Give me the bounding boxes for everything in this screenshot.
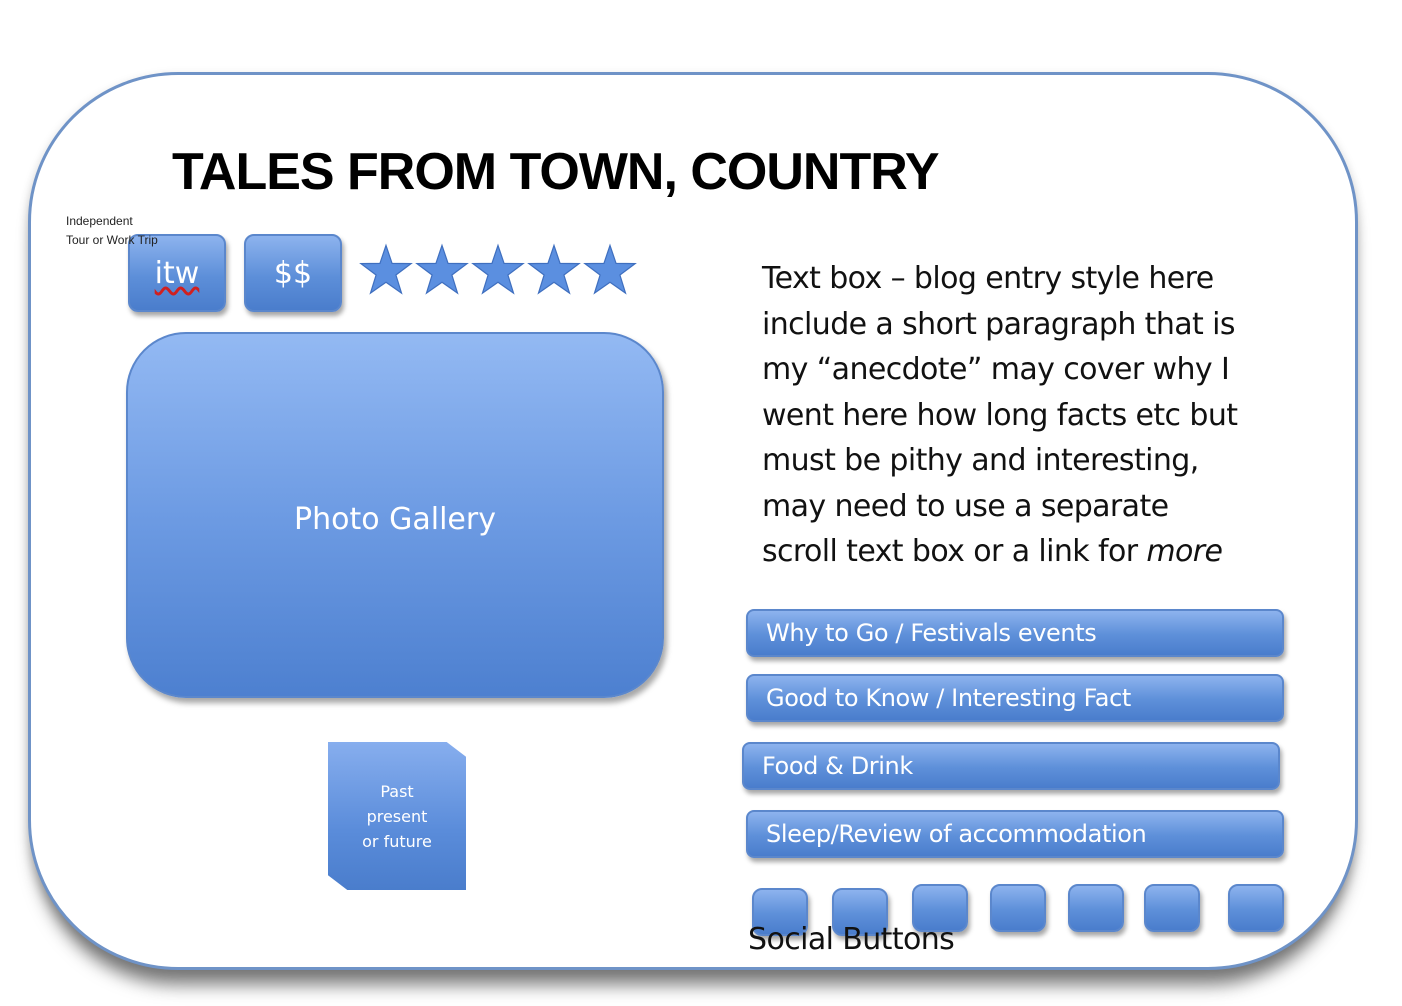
social-button[interactable] — [1228, 884, 1284, 932]
star-icon[interactable] — [470, 236, 526, 306]
price-button[interactable]: $$ — [244, 234, 342, 312]
social-button[interactable] — [1068, 884, 1124, 932]
photo-gallery-label: Photo Gallery — [294, 501, 496, 537]
trip-note-line: Tour or Work Trip — [66, 233, 158, 247]
star-icon[interactable] — [526, 236, 582, 306]
trip-type-note: Independent Tour or Work Trip — [66, 212, 158, 250]
good-to-know-button[interactable]: Good to Know / Interesting Fact — [746, 674, 1284, 722]
time-period-tag[interactable]: Past present or future — [328, 742, 466, 890]
blog-line: my “anecdote” may cover why I — [762, 352, 1230, 387]
star-icon[interactable] — [582, 236, 638, 306]
sleep-review-button[interactable]: Sleep/Review of accommodation — [746, 810, 1284, 858]
star-rating[interactable] — [358, 236, 638, 306]
why-to-go-button[interactable]: Why to Go / Festivals events — [746, 609, 1284, 657]
time-tag-line: present — [366, 806, 428, 826]
blog-line-last: scroll text box or a link for more — [762, 529, 1322, 575]
why-to-go-label: Why to Go / Festivals events — [766, 619, 1097, 647]
blog-line-text: scroll text box or a link for — [762, 534, 1147, 569]
more-link[interactable]: more — [1146, 534, 1223, 569]
page-canvas: TALES FROM TOWN, COUNTRY Independent Tou… — [0, 0, 1402, 1006]
star-icon[interactable] — [358, 236, 414, 306]
photo-gallery[interactable]: Photo Gallery — [126, 332, 664, 698]
star-icon[interactable] — [414, 236, 470, 306]
social-button[interactable] — [990, 884, 1046, 932]
trip-note-line: Independent — [66, 214, 133, 228]
blog-line: Text box – blog entry style here — [762, 261, 1214, 296]
social-buttons-label: Social Buttons — [748, 922, 955, 957]
page-title: TALES FROM TOWN, COUNTRY — [172, 143, 940, 201]
blog-line: went here how long facts etc but — [762, 397, 1238, 433]
blog-line: must be pithy and interesting, — [762, 443, 1199, 478]
food-drink-button[interactable]: Food & Drink — [742, 742, 1280, 790]
price-label: $$ — [273, 255, 313, 291]
sleep-review-label: Sleep/Review of accommodation — [766, 820, 1147, 848]
time-tag-line: Past — [380, 781, 414, 801]
itw-label: itw — [154, 255, 200, 291]
good-to-know-label: Good to Know / Interesting Fact — [766, 684, 1131, 712]
social-button[interactable] — [1144, 884, 1200, 932]
blog-line: may need to use a separate — [762, 488, 1169, 524]
blog-text-box: Text box – blog entry style here include… — [762, 256, 1322, 575]
food-drink-label: Food & Drink — [762, 752, 913, 780]
time-tag-line: or future — [362, 831, 432, 851]
blog-line: include a short paragraph that is — [762, 306, 1236, 342]
